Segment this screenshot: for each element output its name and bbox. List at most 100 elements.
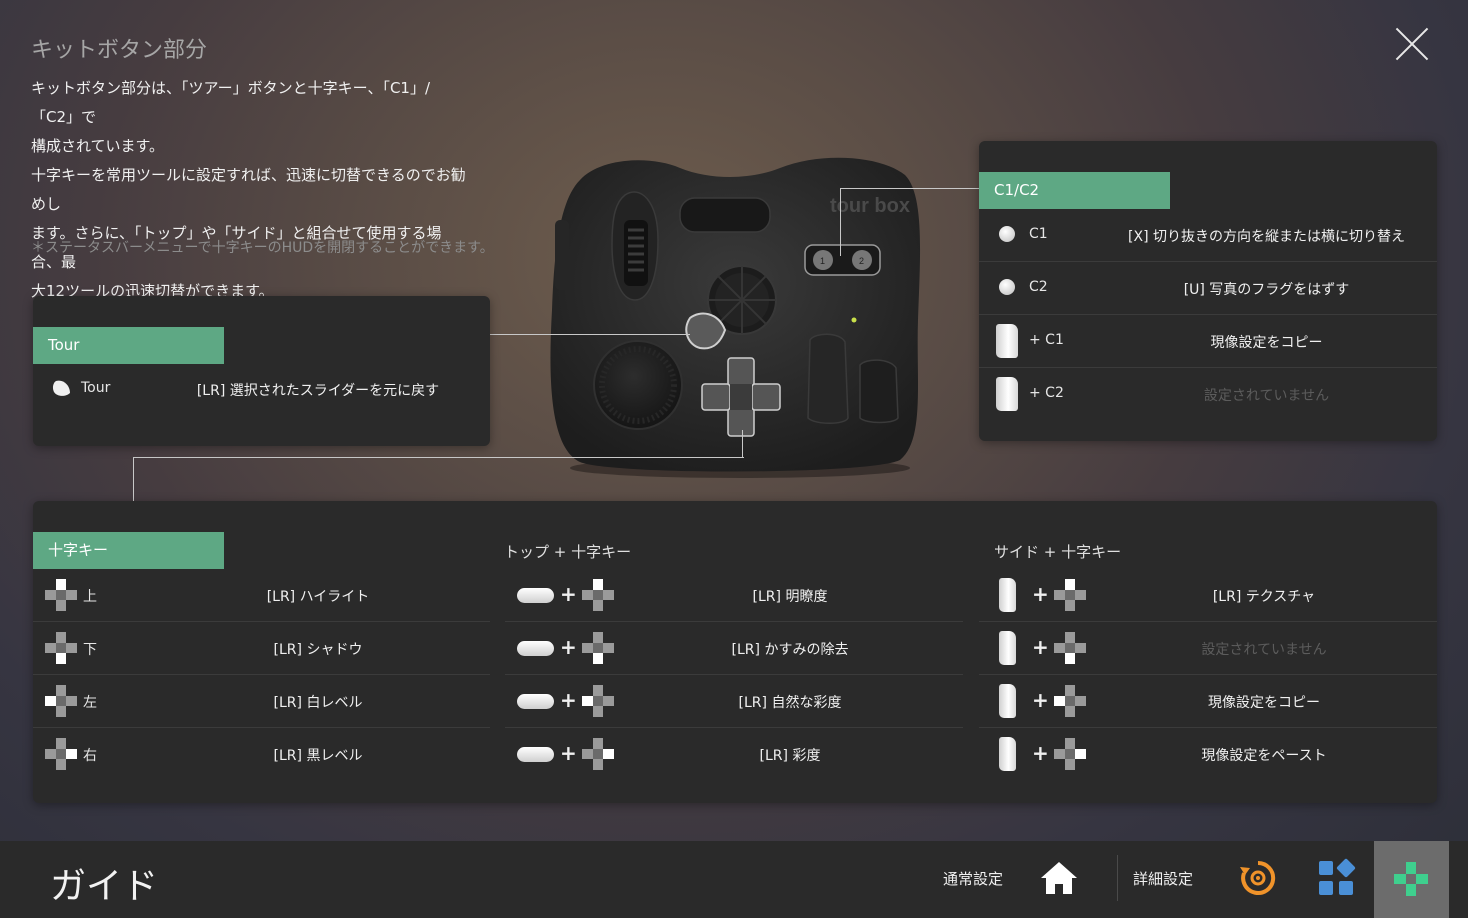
dpad-right-icon: [581, 737, 615, 775]
connector-line: [840, 188, 841, 256]
dpad-row-col2-up[interactable]: + [LR] 明瞭度: [505, 569, 963, 622]
dpad-down-icon: [1053, 631, 1087, 669]
dpad-up-icon: [581, 578, 615, 616]
side-key-icon: [996, 377, 1018, 411]
dpad-direction-label: 上: [83, 589, 97, 605]
tour-row-value: [LR] 選択されたスライダーを元に戻す: [196, 383, 440, 399]
dpad-row-col3-left[interactable]: + 現像設定をコピー: [979, 675, 1437, 728]
advanced-settings-link[interactable]: 詳細設定: [1133, 868, 1193, 889]
dpad-row-col2-right[interactable]: + [LR] 彩度: [505, 728, 963, 781]
intro-line: キットボタン部分は、「ツアー」ボタンと十字キー、「C1」/「C2」で: [31, 79, 431, 126]
tour-row[interactable]: Tour [LR] 選択されたスライダーを元に戻す: [33, 363, 490, 416]
side-key-icon: [999, 631, 1016, 665]
c2-key-icon: [999, 279, 1015, 295]
dpad-row-col2-down[interactable]: + [LR] かすみの除去: [505, 622, 963, 675]
dpad-row-col1-down[interactable]: 下 [LR] シャドウ: [33, 622, 490, 675]
dpad-up-icon: [1053, 578, 1087, 616]
top-key-icon: [517, 747, 554, 762]
dpad-down-icon: [44, 631, 78, 669]
dpad-up-icon: [44, 578, 78, 616]
tour-tag: Tour: [33, 327, 224, 364]
dpad-left-icon: [1053, 684, 1087, 722]
device-logo: tour box: [830, 195, 910, 217]
home-icon[interactable]: [1038, 857, 1080, 899]
nav-divider: [1117, 855, 1118, 901]
dpad-row-value: [LR] ハイライト: [266, 589, 370, 605]
dpad-row-col1-left[interactable]: 左 [LR] 白レベル: [33, 675, 490, 728]
tour-panel: Tour Tour [LR] 選択されたスライダーを元に戻す: [33, 296, 490, 446]
c1-key-icon: [999, 226, 1015, 242]
c1-row[interactable]: C1 [X] 切り抜きの方向を縦または横に切り替え: [979, 209, 1437, 262]
dpad-panel: 十字キー トップ + 十字キー サイド + 十字キー 上 [LR] ハイライト下 […: [33, 501, 1437, 803]
dpad-row-value: 現像設定をコピー: [1208, 695, 1320, 711]
top-key-icon: [517, 588, 554, 603]
dpad-left-icon: [44, 684, 78, 722]
refresh-target-icon[interactable]: [1237, 857, 1279, 899]
side-c1-row-label: + C1: [1029, 332, 1064, 348]
close-button[interactable]: [1392, 24, 1432, 64]
side-key-icon: [996, 324, 1018, 358]
dpad-row-value: [LR] 明瞭度: [752, 589, 828, 605]
dpad-row-value: 設定されていません: [1201, 642, 1327, 658]
plus-sign: +: [560, 688, 577, 712]
dpad-row-col2-left[interactable]: + [LR] 自然な彩度: [505, 675, 963, 728]
plus-sign: +: [1032, 582, 1049, 606]
dpad-tag: 十字キー: [33, 532, 224, 569]
dpad-down-icon: [581, 631, 615, 669]
dpad-row-value: [LR] シャドウ: [273, 642, 363, 658]
dpad-row-value: [LR] かすみの除去: [731, 642, 849, 658]
c1-row-label: C1: [1029, 226, 1048, 242]
plus-sign: +: [560, 635, 577, 659]
tourbox-device-image: tour box 1 2: [550, 157, 921, 478]
side-key-icon: [999, 684, 1016, 718]
side-c2-row-label: + C2: [1029, 385, 1064, 401]
dpad-row-value: [LR] 黒レベル: [273, 748, 363, 764]
dpad-direction-label: 右: [83, 748, 97, 764]
dpad-row-col3-right[interactable]: + 現像設定をペースト: [979, 728, 1437, 781]
side-c2-row[interactable]: + C2 設定されていません: [979, 368, 1437, 421]
bottom-bar: ガイド 通常設定 詳細設定: [0, 841, 1468, 918]
intro-line: 構成されています。: [31, 137, 165, 155]
dpad-left-icon: [581, 684, 615, 722]
dpad-icon: [1394, 862, 1428, 896]
dpad-row-col1-right[interactable]: 右 [LR] 黒レベル: [33, 728, 490, 781]
dpad-row-value: [LR] 自然な彩度: [738, 695, 842, 711]
tour-row-label: Tour: [81, 380, 111, 396]
connector-line: [490, 334, 690, 335]
dpad-row-col1-up[interactable]: 上 [LR] ハイライト: [33, 569, 490, 622]
dpad-direction-label: 下: [83, 642, 97, 658]
plus-sign: +: [560, 741, 577, 765]
dpad-direction-label: 左: [83, 695, 97, 711]
side-c1-row[interactable]: + C1 現像設定をコピー: [979, 315, 1437, 368]
c2-key-label: 2: [859, 256, 864, 266]
dpad-row-value: [LR] 彩度: [759, 748, 821, 764]
dpad-right-icon: [1053, 737, 1087, 775]
tour-button-icon: [52, 380, 70, 396]
top-key-icon: [517, 694, 554, 709]
dpad-row-col3-up[interactable]: + [LR] テクスチャ: [979, 569, 1437, 622]
top-dpad-heading: トップ + 十字キー: [504, 543, 632, 561]
hud-note: ＊ステータスバーメニューで十字キーのHUDを開閉することができます。: [31, 240, 494, 256]
guide-tab-active[interactable]: [1374, 841, 1449, 918]
plus-sign: +: [1032, 688, 1049, 712]
c2-row-label: C2: [1029, 279, 1048, 295]
dpad-row-value: 現像設定をペースト: [1201, 748, 1327, 764]
c1-key-label: 1: [820, 256, 825, 266]
c2-row[interactable]: C2 [U] 写真のフラグをはずす: [979, 262, 1437, 315]
c1-row-value: [X] 切り抜きの方向を縦または横に切り替え: [1128, 229, 1405, 245]
plus-sign: +: [560, 582, 577, 606]
top-key-icon: [517, 641, 554, 656]
apps-grid-icon[interactable]: [1315, 857, 1357, 899]
side-key-icon: [999, 737, 1016, 771]
plus-sign: +: [1032, 741, 1049, 765]
general-settings-link[interactable]: 通常設定: [943, 868, 1003, 889]
dpad-right-icon: [44, 737, 78, 775]
dpad-row-col3-down[interactable]: + 設定されていません: [979, 622, 1437, 675]
guide-title: ガイド: [50, 866, 159, 907]
connector-line: [133, 457, 744, 501]
intro-text: キットボタン部分は、「ツアー」ボタンと十字キー、「C1」/「C2」で 構成されて…: [31, 74, 471, 306]
intro-line: 十字キーを常用ツールに設定すれば、迅速に切替できるのでお勧めし: [31, 166, 466, 213]
side-c1-row-value: 現像設定をコピー: [1210, 335, 1323, 351]
connector-line: [840, 188, 980, 189]
connector-line: [742, 430, 743, 458]
